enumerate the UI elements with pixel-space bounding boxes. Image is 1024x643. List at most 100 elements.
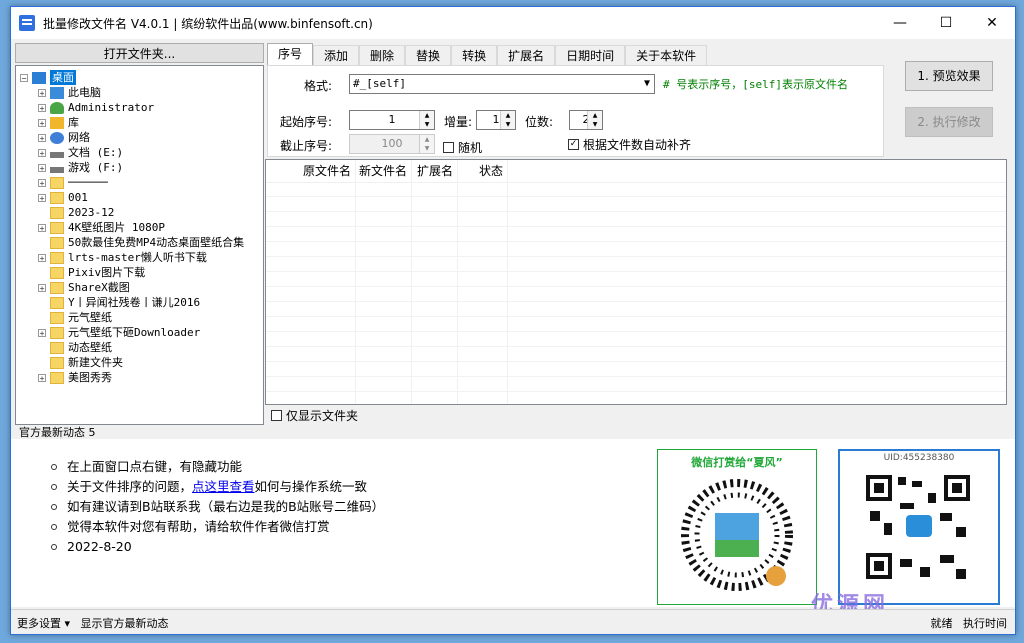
expand-icon[interactable]: + bbox=[38, 133, 46, 142]
digits-label: 位数: bbox=[525, 115, 554, 129]
tree-item[interactable]: 新建文件夹 bbox=[38, 355, 123, 370]
digits-spinner[interactable]: 2 ▲ ▼ bbox=[569, 110, 603, 130]
tree-item[interactable]: + lrts-master懒人听书下载 bbox=[38, 250, 207, 265]
column-header[interactable]: 扩展名 bbox=[412, 160, 458, 404]
spinner-arrows-icon[interactable]: ▲ ▼ bbox=[419, 111, 434, 129]
app-icon bbox=[19, 15, 35, 31]
tree-item[interactable]: 2023-12 bbox=[38, 205, 114, 220]
expand-icon[interactable]: + bbox=[38, 193, 46, 202]
network-icon bbox=[50, 131, 64, 144]
tab-2[interactable]: 删除 bbox=[359, 45, 406, 66]
format-combobox[interactable]: #_[self] ▼ bbox=[349, 74, 655, 94]
tree-item[interactable]: +4K壁纸图片 1080P bbox=[38, 220, 165, 235]
show-news-link[interactable]: 显示官方最新动态 bbox=[81, 617, 169, 630]
tab-7[interactable]: 关于本软件 bbox=[625, 45, 708, 66]
preview-button[interactable]: 1. 预览效果 bbox=[905, 61, 993, 91]
start-label: 起始序号: bbox=[280, 115, 333, 129]
tree-item[interactable]: Pixiv图片下载 bbox=[38, 265, 145, 280]
folder-icon bbox=[50, 206, 64, 219]
expand-icon[interactable]: + bbox=[38, 163, 46, 172]
tab-6[interactable]: 日期时间 bbox=[555, 45, 626, 66]
news-text: 如有建议请到B站联系我（最右边是我的B站账号二维码） bbox=[67, 499, 385, 514]
tree-item[interactable]: + 美图秀秀 bbox=[38, 370, 112, 385]
increment-label: 增量: bbox=[444, 115, 473, 129]
minimize-button[interactable]: — bbox=[877, 7, 923, 39]
expand-icon[interactable]: + bbox=[38, 88, 46, 97]
spinner-arrows-icon[interactable]: ▲ ▼ bbox=[587, 111, 602, 129]
more-settings-menu[interactable]: 更多设置 ▾ bbox=[17, 617, 70, 630]
format-value: #_[self] bbox=[353, 77, 406, 90]
checkbox-box bbox=[443, 142, 454, 153]
collapse-icon[interactable]: − bbox=[20, 73, 28, 82]
tree-item[interactable]: + 文档 (E:) bbox=[38, 145, 123, 160]
folder-icon bbox=[50, 296, 64, 309]
expand-icon[interactable]: + bbox=[38, 178, 46, 187]
tree-item[interactable]: − 桌面 bbox=[20, 70, 76, 85]
tree-item[interactable]: + 网络 bbox=[38, 130, 90, 145]
execute-button[interactable]: 2. 执行修改 bbox=[905, 107, 993, 137]
spinner-arrows-icon[interactable]: ▲ ▼ bbox=[500, 111, 515, 129]
end-label: 截止序号: bbox=[280, 139, 333, 153]
column-header[interactable]: 状态 bbox=[458, 160, 508, 404]
tree-item[interactable]: + ────── bbox=[38, 175, 108, 190]
expand-icon[interactable]: + bbox=[38, 373, 46, 382]
expand-icon[interactable]: + bbox=[38, 118, 46, 127]
only-folders-checkbox[interactable]: 仅显示文件夹 bbox=[271, 407, 358, 424]
open-folder-button[interactable]: 打开文件夹... bbox=[15, 43, 264, 63]
library-icon bbox=[50, 116, 64, 129]
tab-5[interactable]: 扩展名 bbox=[497, 45, 556, 66]
start-spinner[interactable]: 1 ▲ ▼ bbox=[349, 110, 435, 130]
end-spinner[interactable]: 100 ▲ ▼ bbox=[349, 134, 435, 154]
tree-item-label: lrts-master懒人听书下载 bbox=[68, 251, 207, 264]
file-table[interactable]: 原文件名 新文件名 扩展名 状态 bbox=[265, 159, 1007, 405]
tree-item[interactable]: 元气壁纸 bbox=[38, 310, 112, 325]
tree-item[interactable]: Y丨异闻社残卷丨谦儿2016 bbox=[38, 295, 200, 310]
folder-icon bbox=[50, 281, 64, 294]
tree-item[interactable]: + 元气壁纸下砸Downloader bbox=[38, 325, 200, 340]
tab-0[interactable]: 序号 bbox=[267, 43, 314, 66]
random-checkbox[interactable]: 随机 bbox=[443, 139, 482, 156]
close-button[interactable]: ✕ bbox=[969, 7, 1015, 39]
column-header[interactable]: 新文件名 bbox=[356, 160, 412, 404]
expand-icon[interactable]: + bbox=[38, 148, 46, 157]
tree-item-label: 美图秀秀 bbox=[68, 371, 112, 384]
tree-item[interactable]: + 游戏 (F:) bbox=[38, 160, 123, 175]
news-item: 觉得本软件对您有帮助，请给软件作者微信打赏 bbox=[51, 517, 384, 537]
folder-tree[interactable]: − 桌面 + 此电脑 + Administrator + 库 + 网络 + 文档 (E:) + 游戏 (F… bbox=[15, 65, 264, 425]
tree-item[interactable]: + 此电脑 bbox=[38, 85, 101, 100]
increment-spinner[interactable]: 1 ▲ ▼ bbox=[476, 110, 516, 130]
expand-icon[interactable]: + bbox=[38, 103, 46, 112]
tree-item[interactable]: 50款最佳免费MP4动态桌面壁纸合集 bbox=[38, 235, 244, 250]
bullet-icon bbox=[51, 544, 57, 550]
bilibili-qr-card: UID:455238380 bbox=[838, 449, 1000, 605]
folder-icon bbox=[50, 356, 64, 369]
expand-icon[interactable]: + bbox=[38, 283, 46, 292]
tree-item[interactable]: + ShareX截图 bbox=[38, 280, 130, 295]
auto-pad-checkbox[interactable]: ✓ 根据文件数自动补齐 bbox=[568, 136, 691, 153]
title-bar: 批量修改文件名 V4.0.1 | 缤纷软件出品(www.binfensoft.c… bbox=[11, 7, 1015, 39]
wechat-title: 微信打赏给“夏风” bbox=[691, 456, 783, 469]
news-label: 官方最新动态 5 bbox=[19, 426, 96, 439]
tree-item[interactable]: + 库 bbox=[38, 115, 79, 130]
expand-icon[interactable]: + bbox=[38, 253, 46, 262]
news-text: 在上面窗口点右键，有隐藏功能 bbox=[67, 459, 243, 474]
column-header[interactable]: 原文件名 bbox=[270, 160, 356, 404]
tree-item-label: Pixiv图片下载 bbox=[68, 266, 146, 279]
expand-icon[interactable]: + bbox=[38, 328, 46, 337]
expand-icon[interactable]: + bbox=[38, 223, 46, 232]
folder-icon bbox=[50, 326, 64, 339]
news-link[interactable]: 点这里查看 bbox=[192, 477, 255, 497]
tree-item[interactable]: +001 bbox=[38, 190, 88, 205]
maximize-button[interactable]: ☐ bbox=[923, 7, 969, 39]
tree-item-label: 网络 bbox=[68, 131, 90, 144]
tab-3[interactable]: 替换 bbox=[405, 45, 452, 66]
tree-item-label: 50款最佳免费MP4动态桌面壁纸合集 bbox=[68, 236, 245, 249]
folder-icon bbox=[50, 371, 64, 384]
tab-4[interactable]: 转换 bbox=[451, 45, 498, 66]
tree-item[interactable]: + Administrator bbox=[38, 100, 154, 115]
tab-1[interactable]: 添加 bbox=[313, 45, 360, 66]
spinner-arrows-icon[interactable]: ▲ ▼ bbox=[419, 135, 434, 153]
tree-item[interactable]: 动态壁纸 bbox=[38, 340, 112, 355]
chevron-down-icon[interactable]: ▼ bbox=[644, 75, 650, 93]
auto-pad-label: 根据文件数自动补齐 bbox=[583, 138, 692, 152]
